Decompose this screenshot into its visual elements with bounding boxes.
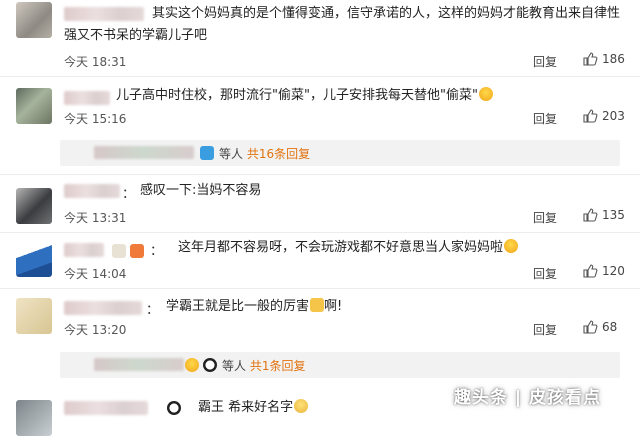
like-count: 68 — [602, 320, 618, 334]
heart-badge-icon — [130, 244, 144, 258]
comment-text: 学霸王就是比一般的厉害 啊! — [166, 298, 343, 314]
divider — [0, 76, 640, 77]
like-button[interactable]: 135 — [582, 207, 625, 223]
commenter-name[interactable] — [64, 401, 148, 415]
thumbs-up-icon — [583, 52, 598, 66]
reply-button[interactable]: 回复 — [533, 110, 557, 127]
avatar[interactable] — [16, 400, 52, 436]
divider — [0, 174, 640, 175]
laugh-cry-emoji-icon — [478, 87, 493, 101]
commenter-name[interactable] — [64, 7, 144, 21]
divider — [0, 288, 640, 289]
reply-button[interactable]: 回复 — [533, 321, 557, 338]
smile-emoji-icon — [185, 358, 199, 372]
commenter-name[interactable] — [64, 243, 104, 257]
like-button[interactable]: 68 — [582, 319, 617, 335]
commenter-name[interactable] — [64, 184, 120, 198]
like-count: 186 — [602, 52, 625, 66]
panda-emoji-icon — [203, 358, 217, 372]
commenter-name[interactable] — [64, 301, 142, 315]
sub-replies-bar[interactable]: 等人 共16条回复 — [60, 140, 620, 166]
like-button[interactable]: 203 — [582, 108, 625, 124]
comment-text: 霸王 希来好名字 — [198, 397, 309, 419]
like-count: 120 — [602, 264, 625, 278]
thumbs-up-icon — [583, 320, 598, 334]
like-count: 203 — [602, 109, 625, 123]
avatar[interactable] — [16, 188, 52, 224]
thumbs-up-icon — [583, 208, 598, 222]
reply-button[interactable]: 回复 — [533, 265, 557, 282]
comment-text: 其实这个妈妈真的是个懂得变通，信守承诺的人，这样的妈妈才能教育出来自律性 — [152, 6, 621, 21]
cat-emoji-icon — [294, 399, 309, 413]
sub-replies-summary: 等人 共16条回复 — [219, 147, 311, 161]
divider — [0, 232, 640, 233]
thumbs-up-icon — [583, 109, 598, 123]
comment-time: 今天 15:16 — [64, 112, 127, 126]
avatar[interactable] — [16, 88, 52, 124]
comment-text: 感叹一下:当妈不容易 — [140, 183, 262, 198]
like-count: 135 — [602, 208, 625, 222]
name-separator: ： — [150, 244, 164, 259]
vip-badge-icon — [200, 146, 214, 160]
sub-replies-bar[interactable]: 等人 共1条回复 — [60, 352, 620, 378]
panda-emoji-icon — [167, 401, 181, 415]
reply-button[interactable]: 回复 — [533, 209, 557, 226]
laugh-cry-emoji-icon — [504, 239, 519, 253]
comment-text: 儿子高中时住校，那时流行"偷菜"，儿子安排我每天替他"偷菜" — [116, 85, 493, 107]
name-separator: ： — [122, 187, 136, 202]
thumbs-up-icon — [583, 264, 598, 278]
sub-reply-names — [94, 358, 184, 371]
name-separator: ： — [146, 303, 160, 318]
sub-replies-summary: 等人 共1条回复 — [222, 359, 306, 373]
reply-button[interactable]: 回复 — [533, 53, 557, 70]
sub-replies-count[interactable]: 共1条回复 — [250, 359, 306, 373]
avatar[interactable] — [16, 241, 52, 277]
commenter-name[interactable] — [64, 91, 110, 105]
sub-replies-count[interactable]: 共16条回复 — [247, 147, 310, 161]
comment-text-line2: 强又不书呆的学霸儿子吧 — [64, 28, 208, 43]
sub-reply-names — [94, 146, 194, 159]
medal-icon — [112, 244, 126, 258]
comment-text: 这年月都不容易呀，不会玩游戏都不好意思当人家妈妈啦 — [178, 237, 519, 259]
like-button[interactable]: 120 — [582, 263, 625, 279]
avatar[interactable] — [16, 298, 52, 334]
thumbs-up-emoji-icon — [310, 298, 325, 312]
watermark: 趣头条 | 皮孩看点 — [454, 388, 602, 408]
comment-time: 今天 13:31 — [64, 211, 127, 225]
avatar[interactable] — [16, 2, 52, 38]
comment-time: 今天 18:31 — [64, 55, 127, 69]
comment-time: 今天 13:20 — [64, 323, 127, 337]
like-button[interactable]: 186 — [582, 51, 625, 67]
comment-time: 今天 14:04 — [64, 267, 127, 281]
